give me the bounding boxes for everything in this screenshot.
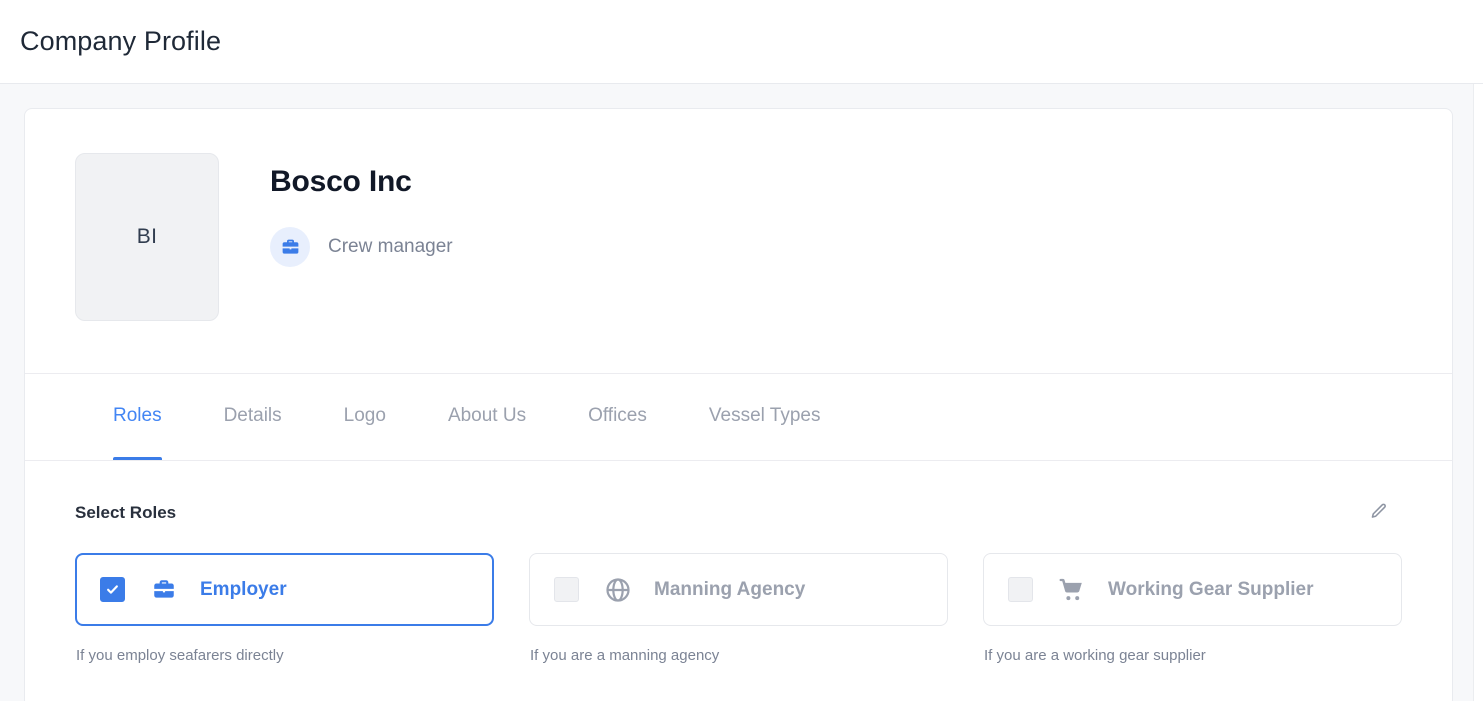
tabs-wrap: Roles Details Logo About Us Offices Vess… bbox=[25, 373, 1452, 461]
checkbox-employer[interactable] bbox=[100, 577, 125, 602]
company-identity: BI Bosco Inc Crew manager bbox=[25, 109, 1452, 373]
select-roles-title: Select Roles bbox=[75, 503, 177, 522]
role-option-working-gear-supplier[interactable]: Working Gear Supplier bbox=[983, 553, 1402, 626]
role-label-working-gear-supplier: Working Gear Supplier bbox=[1108, 578, 1314, 600]
briefcase-icon bbox=[149, 575, 179, 605]
checkbox-working-gear-supplier[interactable] bbox=[1008, 577, 1033, 602]
role-help-employer: If you employ seafarers directly bbox=[76, 647, 284, 664]
company-profile-card: BI Bosco Inc Crew manager Roles Details … bbox=[24, 108, 1453, 701]
page-body: BI Bosco Inc Crew manager Roles Details … bbox=[0, 84, 1483, 701]
tab-offices[interactable]: Offices bbox=[588, 374, 647, 460]
briefcase-icon bbox=[270, 227, 310, 267]
role-help-working-gear-supplier: If you are a working gear supplier bbox=[984, 647, 1206, 664]
edit-roles-button[interactable] bbox=[1364, 499, 1392, 527]
role-label-employer: Employer bbox=[200, 578, 287, 600]
vertical-scrollbar[interactable] bbox=[1473, 84, 1483, 701]
avatar-initials: BI bbox=[136, 225, 158, 248]
select-roles-header: Select Roles bbox=[75, 499, 1402, 527]
page-title: Company Profile bbox=[20, 26, 222, 56]
role-option-employer[interactable]: Employer bbox=[75, 553, 494, 626]
role-column-manning-agency: Manning Agency If you are a manning agen… bbox=[529, 553, 948, 664]
company-name: Bosco Inc bbox=[270, 165, 412, 198]
role-column-working-gear-supplier: Working Gear Supplier If you are a worki… bbox=[983, 553, 1402, 664]
role-option-manning-agency[interactable]: Manning Agency bbox=[529, 553, 948, 626]
tab-logo[interactable]: Logo bbox=[344, 374, 386, 460]
pencil-icon bbox=[1369, 502, 1388, 524]
select-roles-section: Select Roles Employer If you employ seaf… bbox=[25, 461, 1452, 664]
profile-tabs: Roles Details Logo About Us Offices Vess… bbox=[25, 374, 1452, 461]
role-column-employer: Employer If you employ seafarers directl… bbox=[75, 553, 494, 664]
checkbox-manning-agency[interactable] bbox=[554, 577, 579, 602]
avatar: BI bbox=[75, 153, 219, 321]
roles-grid: Employer If you employ seafarers directl… bbox=[75, 553, 1402, 664]
tab-details[interactable]: Details bbox=[224, 374, 282, 460]
page-header: Company Profile bbox=[0, 0, 1483, 84]
tab-roles[interactable]: Roles bbox=[113, 374, 162, 460]
globe-icon bbox=[603, 575, 633, 605]
company-role: Crew manager bbox=[270, 227, 453, 267]
role-label-manning-agency: Manning Agency bbox=[654, 578, 806, 600]
shopping-cart-icon bbox=[1057, 575, 1087, 605]
company-role-label: Crew manager bbox=[328, 236, 453, 257]
identity-text: Bosco Inc Crew manager bbox=[219, 153, 453, 267]
role-help-manning-agency: If you are a manning agency bbox=[530, 647, 720, 664]
tab-about-us[interactable]: About Us bbox=[448, 374, 526, 460]
tab-vessel-types[interactable]: Vessel Types bbox=[709, 374, 821, 460]
